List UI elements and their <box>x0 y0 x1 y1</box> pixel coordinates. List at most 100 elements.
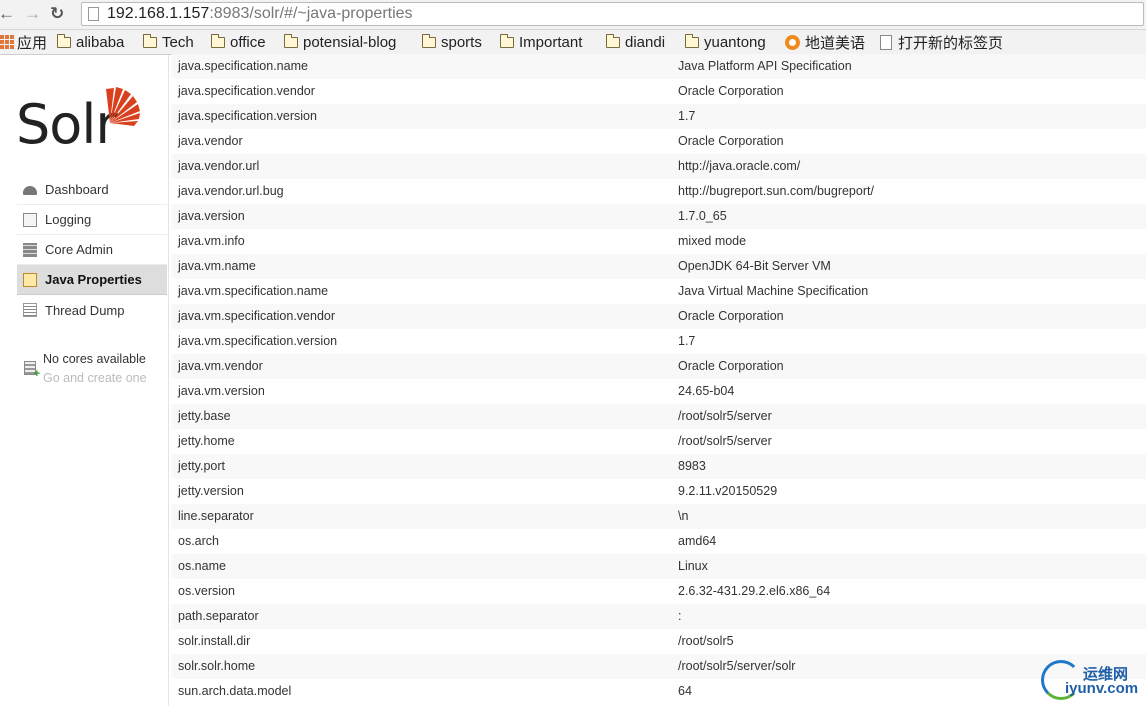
bookmark-label: 打开新的标签页 <box>898 34 1004 52</box>
property-key: java.specification.vendor <box>178 84 315 98</box>
bookmark-label: alibaba <box>76 33 125 51</box>
property-value: /root/solr5/server/solr <box>678 659 796 673</box>
property-value: mixed mode <box>678 234 747 248</box>
url-field[interactable]: 192.168.1.157:8983/solr/#/~java-properti… <box>81 2 1144 26</box>
table-row: solr.solr.home/root/solr5/server/solr <box>172 654 1146 679</box>
no-cores-label: No cores available <box>43 352 146 366</box>
property-value: http://bugreport.sun.com/bugreport/ <box>678 184 874 198</box>
property-value: /root/solr5 <box>678 634 734 648</box>
property-key: jetty.port <box>178 459 226 473</box>
address-bar: ← → ↻ 192.168.1.157:8983/solr/#/~java-pr… <box>0 0 1146 30</box>
property-value: Linux <box>678 559 708 573</box>
property-key: sun.arch.data.model <box>178 684 292 698</box>
property-key: jetty.base <box>178 409 231 423</box>
core-admin-icon <box>23 242 37 257</box>
table-row: java.version 1.7.0_65 <box>172 204 1146 229</box>
property-value: : <box>678 609 682 623</box>
table-row: os.version 2.6.32-431.29.2.el6.x86_64 <box>172 579 1146 604</box>
bookmark-didao-meiyu[interactable]: 地道美语 <box>785 32 865 52</box>
bookmark-new-tab[interactable]: 打开新的标签页 <box>878 32 1003 52</box>
bookmark-label: 地道美语 <box>805 34 866 52</box>
property-value: amd64 <box>678 534 717 548</box>
property-value: 9.2.11.v20150529 <box>678 484 778 498</box>
table-row: jetty.base/root/solr5/server <box>172 404 1146 429</box>
bookmark-important[interactable]: Important <box>499 32 583 52</box>
bookmark-label: sports <box>441 33 482 51</box>
create-core-link[interactable]: Go and create one <box>43 371 147 385</box>
add-core-icon <box>24 361 40 380</box>
bookmark-diandi[interactable]: diandi <box>605 32 666 52</box>
table-row: java.vendor.url.bug http://bugreport.sun.… <box>172 179 1146 204</box>
bookmark-tech[interactable]: Tech <box>142 32 194 52</box>
property-value: Oracle Corporation <box>678 84 784 98</box>
bookmark-yuantong[interactable]: yuantong <box>684 32 766 52</box>
property-value: \n <box>678 509 689 523</box>
property-key: jetty.home <box>178 434 235 448</box>
property-value: /root/solr5/server <box>678 434 772 448</box>
page-icon <box>880 34 892 50</box>
table-row: os.arch amd64 <box>172 529 1146 554</box>
property-key: path.separator <box>178 609 259 623</box>
bookmark-label: diandi <box>625 33 666 51</box>
url-text: 192.168.1.157:8983/solr/#/~java-properti… <box>107 4 413 24</box>
watermark-logo: 运维网 iyunv.com <box>1041 658 1146 704</box>
sidebar-item-java-properties[interactable]: Java Properties <box>17 265 167 295</box>
table-row: java.specification.name Java Platform API… <box>172 54 1146 79</box>
property-value: OpenJDK 64-Bit Server VM <box>678 259 831 273</box>
folder-icon <box>210 33 225 48</box>
bookmark-office[interactable]: office <box>210 32 266 52</box>
folder-icon <box>421 33 436 48</box>
property-value: Java Virtual Machine Specification <box>678 284 869 298</box>
url-host: 192.168.1.157 <box>107 5 210 22</box>
folder-icon <box>684 33 699 48</box>
table-row: java.specification.version 1.7 <box>172 104 1146 129</box>
url-path: :8983/solr/#/~java-properties <box>209 5 413 22</box>
property-value: Oracle Corporation <box>678 134 784 148</box>
sidebar-item-thread-dump[interactable]: Thread Dump <box>17 295 167 325</box>
property-value: 8983 <box>678 459 706 473</box>
bookmark-label: potensial-blog <box>303 33 397 51</box>
bookmark-alibaba[interactable]: alibaba <box>56 32 125 52</box>
table-row: jetty.version 9.2.11.v20150529 <box>172 479 1146 504</box>
property-key: line.separator <box>178 509 254 523</box>
folder-icon <box>142 33 157 48</box>
bookmark-label: Tech <box>162 33 194 51</box>
folder-icon <box>499 33 514 48</box>
table-row: java.vendor.url http://java.oracle.com/ <box>172 154 1146 179</box>
table-row: solr.install.dir/root/solr5 <box>172 629 1146 654</box>
bookmark-potensial-blog[interactable]: potensial-blog <box>283 32 397 52</box>
bookmark-label: Important <box>519 33 583 51</box>
bookmark-label: 应用 <box>17 34 48 52</box>
property-key: java.vendor.url <box>178 159 260 173</box>
back-arrow-icon[interactable]: ← <box>0 4 15 24</box>
sidebar-item-dashboard[interactable]: Dashboard <box>17 175 167 205</box>
sidebar-item-label: Core Admin <box>45 242 113 257</box>
property-value: 1.7 <box>678 109 696 123</box>
property-key: java.vm.version <box>178 384 265 398</box>
table-row: jetty.home/root/solr5/server <box>172 429 1146 454</box>
property-key: java.vm.specification.name <box>178 284 329 298</box>
sidebar-item-label: Java Properties <box>45 272 142 287</box>
java-properties-table: java.specification.name Java Platform API… <box>172 54 1146 704</box>
solr-logo[interactable]: Solr <box>16 83 146 155</box>
forward-arrow-icon[interactable]: → <box>24 4 41 24</box>
logging-icon <box>23 212 37 227</box>
page-icon <box>88 7 99 21</box>
property-value: http://java.oracle.com/ <box>678 159 801 173</box>
property-value: Oracle Corporation <box>678 309 784 323</box>
folder-icon <box>56 33 71 48</box>
apps-icon <box>0 35 14 49</box>
bookmark-sports[interactable]: sports <box>421 32 482 52</box>
reload-icon[interactable]: ↻ <box>50 4 64 24</box>
solr-sidebar: Solr Dashboard Logging Core Admin Java P… <box>0 55 169 706</box>
bookmark-apps[interactable]: 应用 <box>0 32 47 52</box>
property-key: java.vm.name <box>178 259 256 273</box>
sidebar-item-core-admin[interactable]: Core Admin <box>17 235 167 265</box>
sidebar-item-logging[interactable]: Logging <box>17 205 167 235</box>
sidebar-item-label: Logging <box>45 212 92 227</box>
property-key: java.vendor <box>178 134 243 148</box>
solr-sunburst-icon <box>106 87 140 126</box>
table-row: java.vm.specification.version 1.7 <box>172 329 1146 354</box>
thread-dump-icon <box>23 303 37 317</box>
folder-icon <box>283 33 298 48</box>
